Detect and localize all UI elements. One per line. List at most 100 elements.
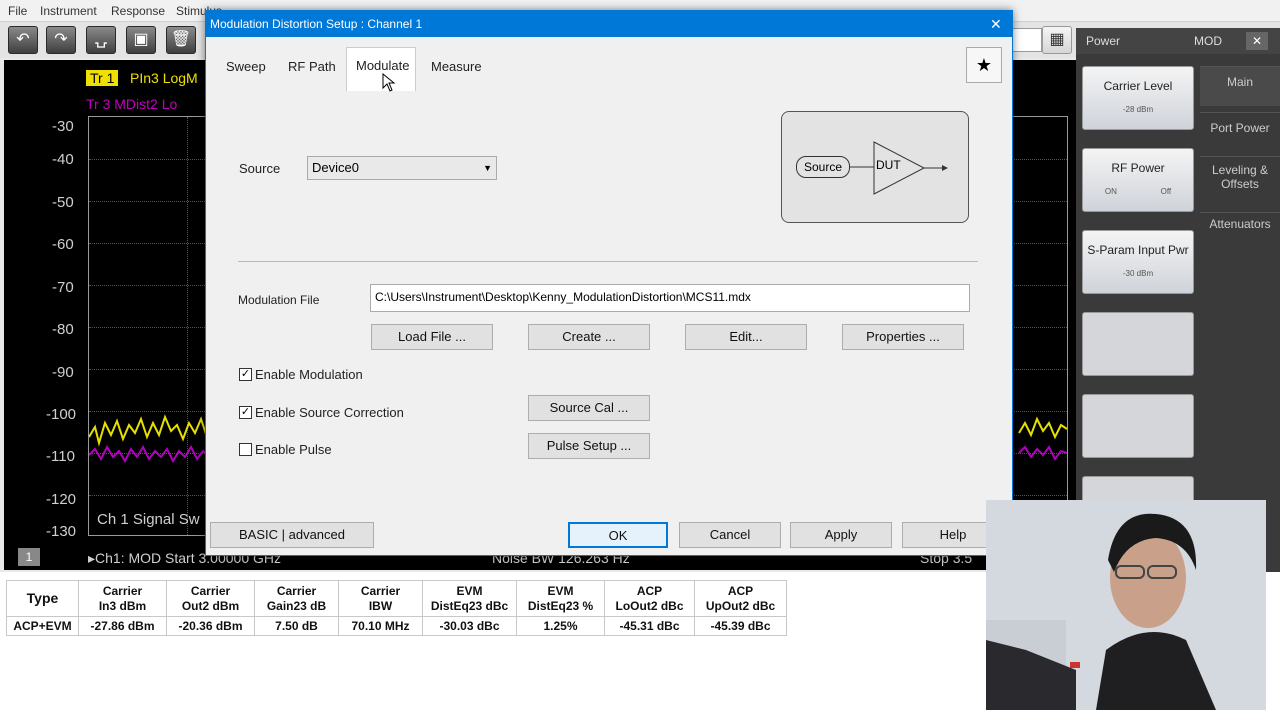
close-icon[interactable]: ✕	[990, 16, 1002, 33]
trace1-noise-right	[1018, 416, 1068, 440]
table-header-row: Type Carrier In3 dBm Carrier Out2 dBm Carr…	[6, 580, 787, 617]
panel-title: Power	[1086, 34, 1121, 48]
screenshot-icon[interactable]: ▣	[126, 26, 156, 54]
rf-power-off: Off	[1160, 187, 1172, 196]
col-header: Carrier Gain23 dB	[254, 580, 339, 617]
cancel-button[interactable]: Cancel	[679, 522, 781, 548]
menu-file[interactable]: File	[8, 4, 27, 18]
y-tick: -50	[52, 194, 74, 211]
sparam-input-label: S-Param Input Pwr	[1087, 243, 1189, 257]
col-header: EVM DistEq23 dBc	[422, 580, 517, 617]
panel-mode: MOD	[1194, 34, 1222, 48]
undo-icon[interactable]: ↶	[8, 26, 38, 54]
y-tick: -120	[46, 491, 77, 508]
separator	[238, 261, 978, 262]
trace3-label[interactable]: Tr 3 MDist2 Lo	[86, 96, 177, 112]
trace3-noise-left	[89, 444, 208, 464]
redo-icon[interactable]: ↷	[46, 26, 76, 54]
source-cal-button[interactable]: Source Cal ...	[528, 395, 650, 421]
delete-icon[interactable]: 🗑	[166, 26, 196, 54]
col-header: Type	[6, 580, 79, 617]
trace1-badge[interactable]: Tr 1	[86, 70, 119, 86]
sparam-input-button[interactable]: S-Param Input Pwr -30 dBm	[1082, 230, 1194, 294]
y-tick: -100	[46, 406, 77, 423]
sweep-label: Ch 1 Signal Sw	[97, 511, 200, 528]
rf-power-label: RF Power	[1111, 161, 1165, 175]
tab-leveling-offsets[interactable]: Leveling & Offsets	[1200, 156, 1280, 208]
table-cell: 7.50 dB	[254, 616, 339, 636]
diagram-dut-label: DUT	[876, 158, 901, 172]
load-file-button[interactable]: Load File ...	[371, 324, 493, 350]
entry-box[interactable]	[1012, 28, 1042, 52]
dialog-titlebar[interactable]: Modulation Distortion Setup : Channel 1 …	[206, 11, 1012, 37]
table-cell: 1.25%	[516, 616, 605, 636]
basic-advanced-toggle[interactable]: BASIC | advanced	[210, 522, 374, 548]
enable-modulation-label: Enable Modulation	[255, 367, 363, 382]
col-header: Carrier IBW	[338, 580, 423, 617]
table-cell: -27.86 dBm	[78, 616, 167, 636]
modulation-distortion-dialog: Modulation Distortion Setup : Channel 1 …	[205, 10, 1013, 556]
tab-modulate[interactable]: Modulate	[356, 58, 409, 73]
table-cell: -30.03 dBc	[422, 616, 517, 636]
y-tick: -40	[52, 151, 74, 168]
empty-softkey[interactable]	[1082, 394, 1194, 458]
panel-close-icon[interactable]: ✕	[1246, 32, 1268, 50]
ok-button[interactable]: OK	[568, 522, 668, 548]
enable-modulation-checkbox[interactable]: ✓	[239, 368, 252, 381]
tab-measure[interactable]: Measure	[431, 59, 482, 74]
help-pointer-icon[interactable]: ★	[966, 47, 1002, 83]
trace1-label[interactable]: PIn3 LogM	[130, 70, 198, 86]
y-tick: -70	[52, 279, 74, 296]
source-label: Source	[239, 161, 281, 176]
enable-pulse-checkbox[interactable]	[239, 443, 252, 456]
mod-file-input[interactable]: C:\Users\Instrument\Desktop\Kenny_Modula…	[370, 284, 970, 312]
enable-source-correction-checkbox[interactable]: ✓	[239, 406, 252, 419]
menu-instrument[interactable]: Instrument	[40, 4, 97, 18]
carrier-level-label: Carrier Level	[1103, 79, 1173, 93]
empty-softkey[interactable]	[1082, 312, 1194, 376]
enable-pulse-label: Enable Pulse	[255, 442, 332, 457]
tab-main[interactable]: Main	[1200, 66, 1280, 106]
table-cell: ACP+EVM	[6, 616, 79, 636]
properties-button[interactable]: Properties ...	[842, 324, 964, 350]
trace3-noise-right	[1018, 445, 1068, 461]
mod-file-label: Modulation File	[238, 293, 320, 307]
col-header: Carrier In3 dBm	[78, 580, 167, 617]
edit-button[interactable]: Edit...	[685, 324, 807, 350]
y-tick: -80	[52, 321, 74, 338]
menu-response[interactable]: Response	[111, 4, 165, 18]
rf-power-on: ON	[1104, 187, 1117, 196]
y-tick: -130	[46, 523, 77, 540]
table-cell: -45.39 dBc	[694, 616, 787, 636]
source-dropdown[interactable]: Device0 ▼	[307, 156, 497, 180]
col-header: ACP UpOut2 dBc	[694, 580, 787, 617]
tab-rf-path[interactable]: RF Path	[288, 59, 336, 74]
source-dropdown-value: Device0	[312, 160, 359, 175]
table-row[interactable]: ACP+EVM -27.86 dBm -20.36 dBm 7.50 dB 70…	[6, 616, 787, 636]
enable-source-correction-label: Enable Source Correction	[255, 405, 404, 420]
col-header: Carrier Out2 dBm	[166, 580, 255, 617]
presenter-video-inset	[986, 500, 1266, 710]
tab-port-power[interactable]: Port Power	[1200, 112, 1280, 152]
tab-sweep[interactable]: Sweep	[226, 59, 266, 74]
dialog-title: Modulation Distortion Setup : Channel 1	[210, 17, 423, 31]
chevron-down-icon: ▼	[483, 163, 492, 173]
pulse-setup-button[interactable]: Pulse Setup ...	[528, 433, 650, 459]
table-cell: -45.31 dBc	[604, 616, 695, 636]
carrier-level-value: -28 dBm	[1122, 105, 1154, 114]
channel-badge[interactable]: 1	[18, 548, 40, 566]
apply-button[interactable]: Apply	[790, 522, 892, 548]
presenter-illustration	[986, 500, 1266, 710]
carrier-level-button[interactable]: Carrier Level -28 dBm	[1082, 66, 1194, 130]
rf-power-button[interactable]: RF Power ON Off	[1082, 148, 1194, 212]
sparam-input-value: -30 dBm	[1122, 269, 1154, 278]
create-button[interactable]: Create ...	[528, 324, 650, 350]
mouse-cursor-icon	[382, 73, 396, 92]
y-tick: -110	[46, 448, 75, 465]
y-tick: -60	[52, 236, 74, 253]
keypad-icon[interactable]: ▦	[1042, 26, 1072, 54]
tab-attenuators[interactable]: Attenuators	[1200, 212, 1280, 252]
y-tick: -90	[52, 364, 74, 381]
table-cell: 70.10 MHz	[338, 616, 423, 636]
marker-icon[interactable]: ⍽	[86, 26, 116, 54]
